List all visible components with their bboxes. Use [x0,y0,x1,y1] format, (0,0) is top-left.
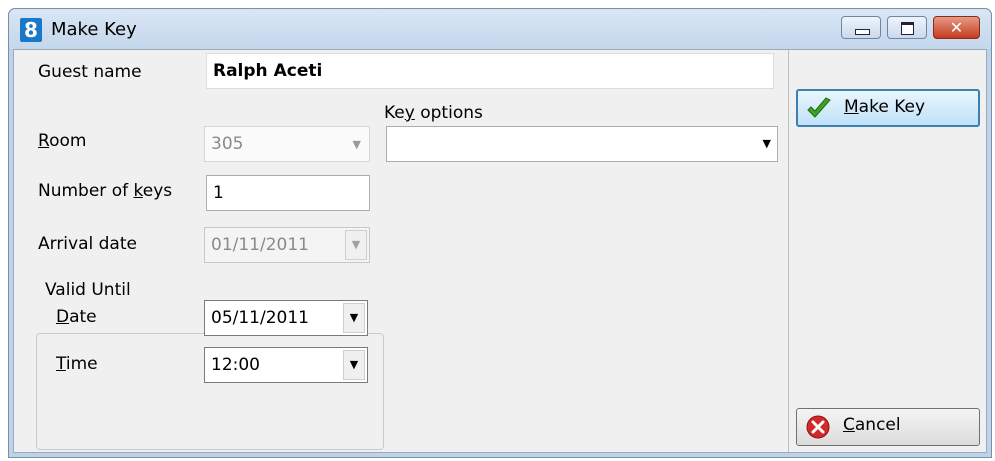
chevron-down-icon: ▼ [343,303,365,333]
make-key-label: Make Key [844,97,926,117]
valid-until-time-value: 12:00 [211,355,260,375]
make-key-button[interactable]: Make Key [796,89,980,127]
make-key-window: 8 Make Key ✕ Guest name Ralph Aceti Key … [8,8,992,458]
maximize-icon [901,22,914,35]
chevron-down-icon: ▼ [762,137,771,150]
room-label: Room [38,131,87,151]
key-options-label: Key options [384,103,483,123]
dialog-client-area: Guest name Ralph Aceti Key options ▼ Roo… [13,49,987,453]
chevron-down-icon: ▼ [345,230,367,260]
close-window-button[interactable]: ✕ [933,16,980,39]
minimize-icon [855,29,870,35]
valid-until-date-value: 05/11/2011 [211,308,309,328]
minimize-button[interactable] [841,16,881,39]
key-options-dropdown[interactable]: ▼ [386,126,778,162]
guest-name-field: Ralph Aceti [206,53,774,89]
cancel-label: Cancel [843,415,901,435]
cancel-button[interactable]: Cancel [796,408,980,446]
date-label: Date [56,307,97,327]
number-of-keys-input[interactable]: 1 [206,175,370,211]
guest-name-label: Guest name [38,62,142,82]
close-icon: ✕ [949,18,964,37]
app-icon: 8 [20,18,42,42]
valid-until-time-dropdown[interactable]: 12:00 ▼ [204,347,368,383]
maximize-button[interactable] [887,16,927,39]
number-of-keys-label: Number of keys [38,181,173,201]
checkmark-icon [807,97,831,118]
arrival-date-label: Arrival date [38,234,137,254]
cancel-icon [806,415,830,439]
time-label: Time [56,354,98,374]
valid-until-label: Valid Until [42,280,134,300]
panel-divider [788,50,789,452]
valid-until-date-picker[interactable]: 05/11/2011 ▼ [204,300,368,336]
room-value: 305 [211,134,244,154]
chevron-down-icon: ▼ [352,138,361,151]
arrival-date-value: 01/11/2011 [211,235,309,255]
title-bar[interactable]: 8 Make Key ✕ [9,9,991,49]
chevron-down-icon: ▼ [343,350,365,380]
arrival-date-picker[interactable]: 01/11/2011 ▼ [204,227,370,263]
window-title: Make Key [51,19,137,40]
room-dropdown[interactable]: 305 ▼ [204,126,370,162]
